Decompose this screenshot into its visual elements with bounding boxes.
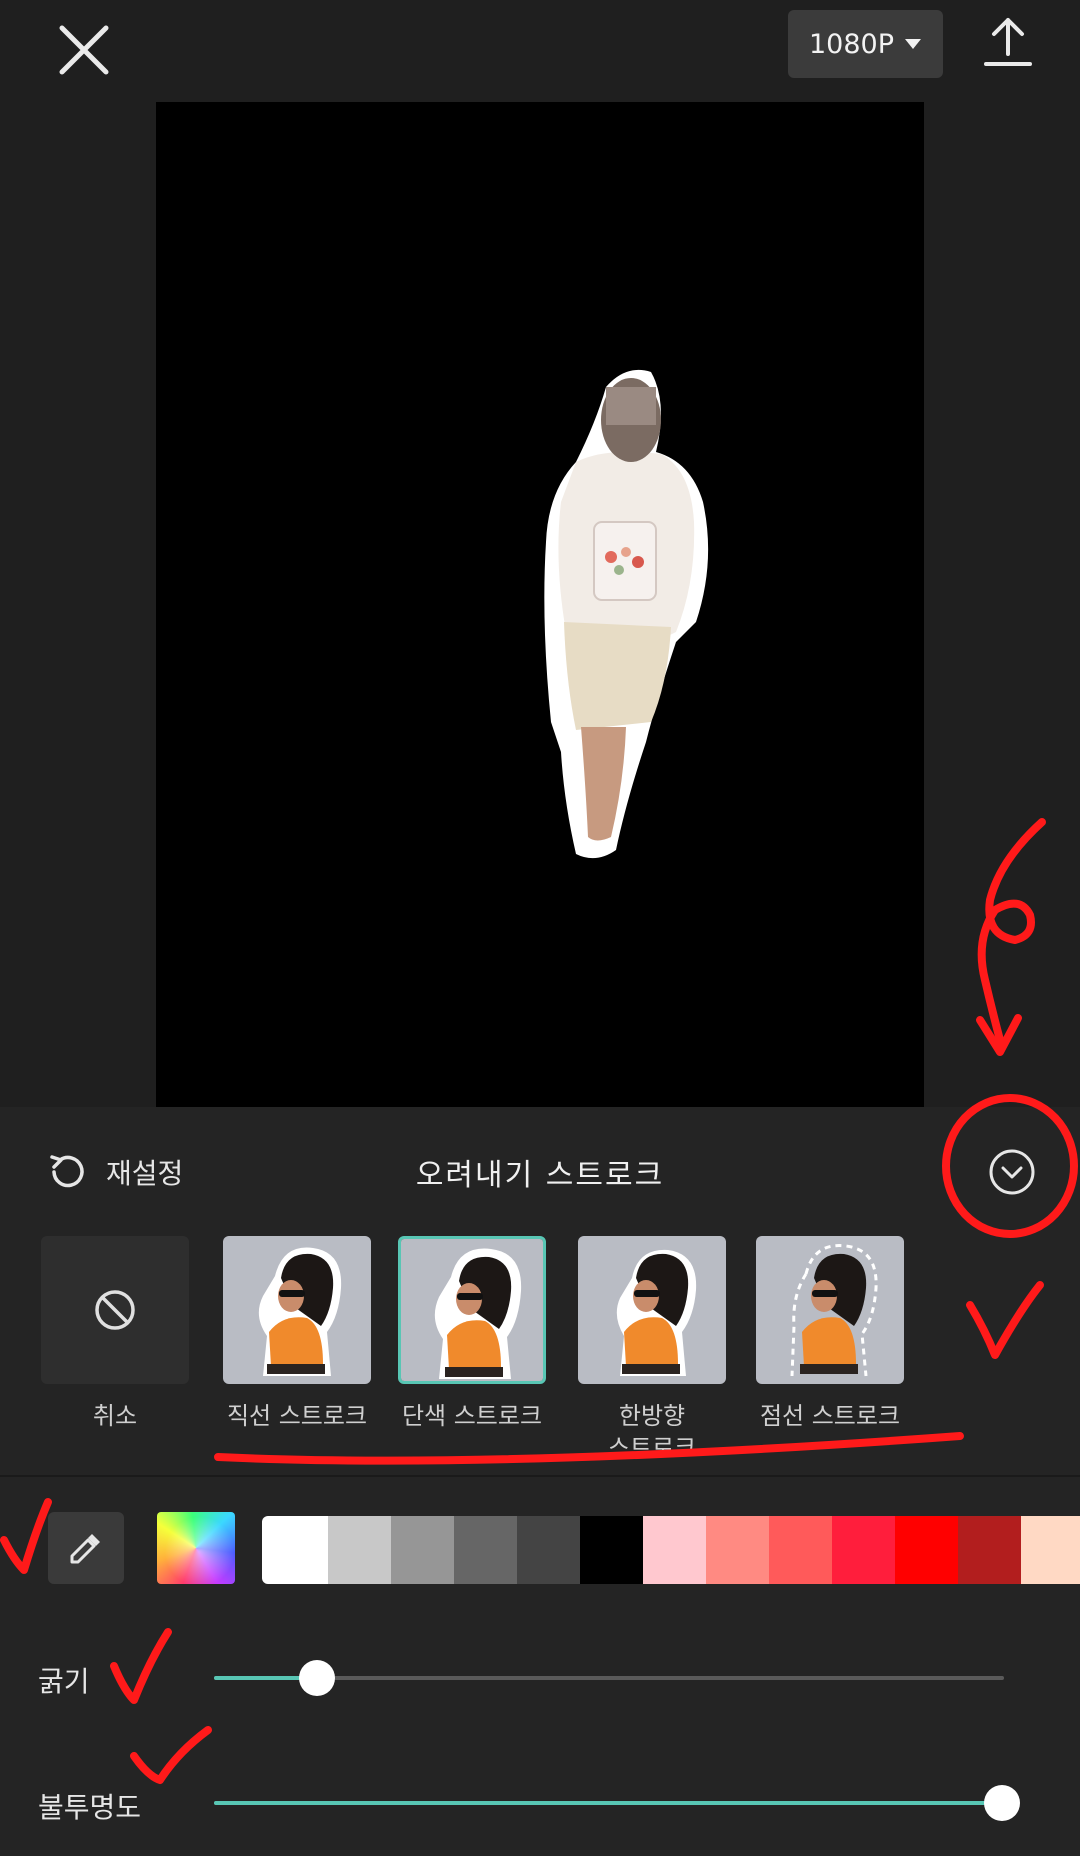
color-swatch[interactable] — [328, 1516, 391, 1584]
video-preview[interactable] — [156, 102, 924, 1107]
no-icon — [95, 1290, 135, 1330]
color-swatch[interactable] — [769, 1516, 832, 1584]
cutout-subject-image — [544, 369, 709, 859]
style-option-dotted-stroke[interactable]: 점선 스트로크 — [756, 1236, 904, 1432]
color-swatch[interactable] — [580, 1516, 643, 1584]
divider — [0, 1475, 1080, 1477]
close-icon — [59, 25, 109, 75]
style-label: 취소 — [92, 1402, 138, 1430]
thickness-slider-knob[interactable] — [298, 1660, 335, 1696]
stroke-panel — [0, 1107, 1080, 1856]
color-swatch[interactable] — [1021, 1516, 1080, 1584]
model-thumbnail-image — [223, 1236, 371, 1384]
resolution-button[interactable]: 1080P — [788, 10, 943, 78]
panel-title: 오려내기 스트로크 — [415, 1158, 665, 1193]
style-thumb-straight — [223, 1236, 371, 1384]
resolution-label: 1080P — [809, 28, 894, 60]
color-swatch[interactable] — [262, 1516, 328, 1584]
model-thumbnail-image — [401, 1239, 543, 1381]
opacity-label: 불투명도 — [38, 1791, 142, 1824]
color-swatch[interactable] — [958, 1516, 1021, 1584]
style-label: 점선 스트로크 — [759, 1402, 901, 1430]
model-thumbnail-image — [578, 1236, 726, 1384]
close-button[interactable] — [52, 18, 116, 82]
style-thumb-one-direction — [578, 1236, 726, 1384]
color-swatch[interactable] — [454, 1516, 517, 1584]
style-label: 단색 스트로크 — [401, 1402, 543, 1430]
chevron-down-circle-icon — [989, 1149, 1035, 1195]
thickness-slider[interactable] — [214, 1660, 1004, 1696]
color-swatch[interactable] — [895, 1516, 958, 1584]
model-thumbnail-image — [756, 1236, 904, 1384]
style-option-one-direction-stroke[interactable]: 한방향 스트로크 — [578, 1236, 726, 1464]
annotation-arrowhead — [976, 1014, 1022, 1056]
style-option-none[interactable]: 취소 — [41, 1236, 189, 1432]
color-swatch[interactable] — [517, 1516, 580, 1584]
custom-color-button[interactable] — [157, 1512, 235, 1584]
style-thumb-solid — [398, 1236, 546, 1384]
collapse-button[interactable] — [988, 1148, 1036, 1196]
annotation-arrow — [977, 818, 1046, 1044]
export-icon — [984, 18, 1032, 66]
export-button[interactable] — [980, 14, 1036, 70]
opacity-slider[interactable] — [214, 1785, 1020, 1821]
style-option-straight-stroke[interactable]: 직선 스트로크 — [223, 1236, 371, 1432]
color-swatch[interactable] — [832, 1516, 895, 1584]
eyedropper-button[interactable] — [48, 1512, 124, 1584]
opacity-slider-knob[interactable] — [984, 1785, 1020, 1821]
color-swatch[interactable] — [391, 1516, 454, 1584]
style-thumb-none — [41, 1236, 189, 1384]
style-label: 한방향 스트로크 — [607, 1402, 697, 1462]
opacity-slider-fill — [214, 1801, 1002, 1805]
color-swatch[interactable] — [706, 1516, 769, 1584]
style-label: 직선 스트로크 — [226, 1402, 368, 1430]
eyedropper-icon — [70, 1534, 100, 1564]
style-thumb-dotted — [756, 1236, 904, 1384]
color-swatch[interactable] — [643, 1516, 706, 1584]
thickness-label: 굵기 — [38, 1665, 90, 1698]
style-option-solid-stroke[interactable]: 단색 스트로크 — [398, 1236, 546, 1432]
color-swatches — [262, 1516, 1080, 1584]
caret-down-icon — [905, 39, 921, 49]
